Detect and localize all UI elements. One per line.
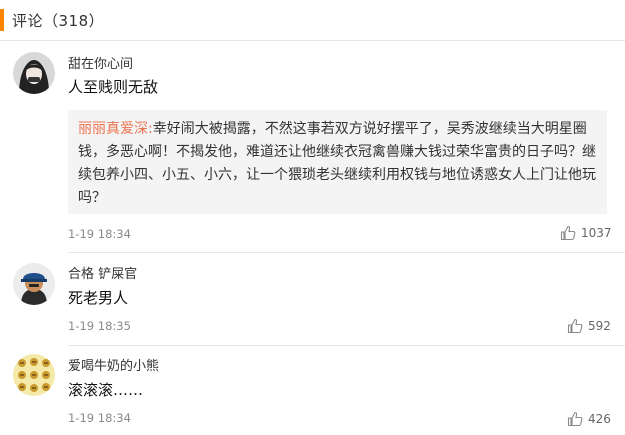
header-divider bbox=[0, 40, 625, 41]
comment-text: 死老男人 bbox=[68, 289, 129, 307]
like-button[interactable]: 1037 bbox=[560, 225, 612, 241]
quoted-reply: 丽丽真爱深:幸好闹大被揭露，不然这事若双方说好摆平了，吴秀波继续当大明星圈钱，多… bbox=[68, 110, 607, 214]
reply-body: 幸好闹大被揭露，不然这事若双方说好摆平了，吴秀波继续当大明星圈钱，多恶心啊！不揭… bbox=[78, 121, 596, 206]
comments-title: 评论（318） bbox=[12, 12, 105, 30]
comments-header: 评论（318） bbox=[0, 0, 625, 40]
comment-username[interactable]: 爱喝牛奶的小熊 bbox=[68, 355, 159, 374]
comment-time: 1-19 18:34 bbox=[68, 411, 131, 425]
comment-username[interactable]: 合格 铲屎官 bbox=[68, 263, 137, 282]
thumbs-up-icon bbox=[560, 225, 576, 241]
avatar[interactable] bbox=[13, 263, 55, 305]
header-accent-bar bbox=[0, 9, 4, 31]
avatar[interactable] bbox=[13, 52, 55, 94]
comment-divider bbox=[68, 252, 625, 253]
reply-author-link[interactable]: 丽丽真爱深: bbox=[78, 121, 153, 137]
comment-time: 1-19 18:35 bbox=[68, 319, 131, 333]
like-count: 1037 bbox=[581, 226, 612, 240]
like-count: 592 bbox=[588, 319, 611, 333]
comment-text: 人至贱则无敌 bbox=[68, 78, 159, 96]
comment-text: 滚滚滚…… bbox=[68, 381, 144, 399]
like-count: 426 bbox=[588, 412, 611, 426]
comment-time: 1-19 18:34 bbox=[68, 227, 131, 241]
thumbs-up-icon bbox=[567, 318, 583, 334]
like-button[interactable]: 426 bbox=[567, 411, 611, 427]
avatar[interactable] bbox=[13, 354, 55, 396]
quoted-reply-text: 丽丽真爱深:幸好闹大被揭露，不然这事若双方说好摆平了，吴秀波继续当大明星圈钱，多… bbox=[78, 118, 604, 210]
like-button[interactable]: 592 bbox=[567, 318, 611, 334]
comment-divider bbox=[68, 345, 625, 346]
comment-username[interactable]: 甜在你心间 bbox=[68, 53, 133, 72]
thumbs-up-icon bbox=[567, 411, 583, 427]
